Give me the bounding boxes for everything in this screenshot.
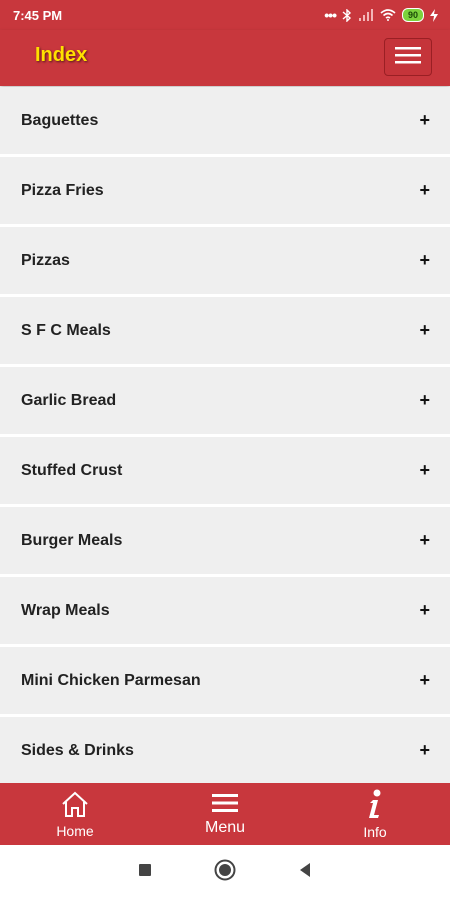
nav-home-label: Home xyxy=(56,822,94,839)
list-item-label: Pizza Fries xyxy=(21,181,104,199)
expand-icon[interactable]: + xyxy=(419,320,430,341)
bluetooth-icon xyxy=(342,8,352,22)
list-item-label: Wrap Meals xyxy=(21,601,110,619)
nav-menu[interactable]: Menu xyxy=(150,783,300,845)
list-item-label: Garlic Bread xyxy=(21,391,117,409)
app-bar: Index xyxy=(0,30,450,86)
list-item-label: Pizzas xyxy=(21,251,70,269)
list-item[interactable]: Pizzas + xyxy=(0,227,450,294)
expand-icon[interactable]: + xyxy=(419,740,430,761)
hamburger-icon xyxy=(395,46,421,69)
nav-home[interactable]: Home xyxy=(0,783,150,845)
status-bar: 7:45 PM ••• 90 xyxy=(0,0,450,30)
expand-icon[interactable]: + xyxy=(419,530,430,551)
signal-icon xyxy=(358,9,374,21)
expand-icon[interactable]: + xyxy=(419,110,430,131)
list-item[interactable]: Baguettes + xyxy=(0,87,450,154)
page-title: Index xyxy=(35,44,88,66)
dots-icon: ••• xyxy=(324,7,337,23)
status-time: 7:45 PM xyxy=(13,7,63,23)
wifi-icon xyxy=(380,9,396,21)
list-item[interactable]: S F C Meals + xyxy=(0,297,450,364)
list-item-label: Stuffed Crust xyxy=(21,461,123,479)
list-item-label: Baguettes xyxy=(21,111,99,129)
status-icons: ••• 90 xyxy=(324,7,438,23)
expand-icon[interactable]: + xyxy=(419,180,430,201)
info-icon xyxy=(367,789,383,822)
charging-icon xyxy=(430,8,438,22)
list-item[interactable]: Sides & Drinks + xyxy=(0,717,450,784)
list-item[interactable]: Stuffed Crust + xyxy=(0,437,450,504)
expand-icon[interactable]: + xyxy=(419,670,430,691)
expand-icon[interactable]: + xyxy=(419,250,430,271)
back-icon[interactable] xyxy=(298,862,312,883)
nav-info-label: Info xyxy=(363,823,387,840)
nav-menu-label: Menu xyxy=(204,818,246,836)
hamburger-menu-button[interactable] xyxy=(384,38,432,76)
list-item[interactable]: Wrap Meals + xyxy=(0,577,450,644)
list-item[interactable]: Mini Chicken Parmesan + xyxy=(0,647,450,714)
list-item[interactable]: Garlic Bread + xyxy=(0,367,450,434)
battery-icon: 90 xyxy=(401,8,424,22)
list-item-label: Sides & Drinks xyxy=(21,741,134,759)
expand-icon[interactable]: + xyxy=(419,600,430,621)
home-icon xyxy=(60,790,90,821)
nav-info[interactable]: Info xyxy=(300,783,450,845)
list-item[interactable]: Burger Meals + xyxy=(0,507,450,574)
expand-icon[interactable]: + xyxy=(419,390,430,411)
system-nav-bar xyxy=(0,845,450,900)
list-item-label: Mini Chicken Parmesan xyxy=(21,671,201,689)
bottom-nav: Home Menu Info xyxy=(0,783,450,845)
expand-icon[interactable]: + xyxy=(419,460,430,481)
list-item[interactable]: Pizza Fries + xyxy=(0,157,450,224)
category-list: Baguettes + Pizza Fries + Pizzas + S F C Meals… xyxy=(0,87,450,787)
recent-apps-icon[interactable] xyxy=(138,863,152,882)
menu-lines-icon xyxy=(212,792,238,817)
list-item-label: Burger Meals xyxy=(21,531,123,549)
list-item-label: S F C Meals xyxy=(21,321,111,339)
home-circle-icon[interactable] xyxy=(214,859,236,886)
